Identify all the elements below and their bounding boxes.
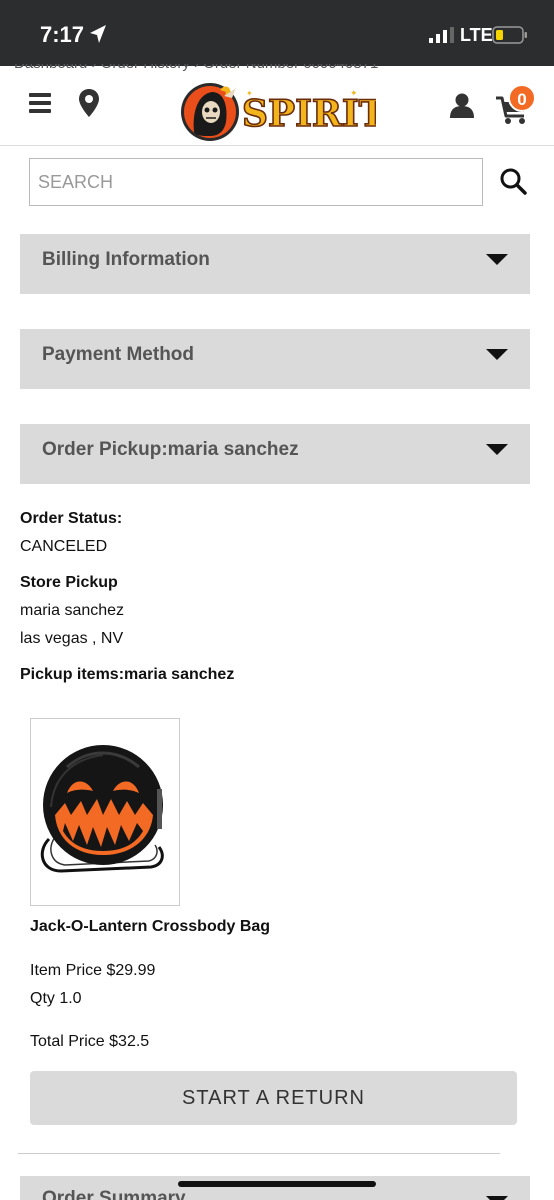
start-return-button[interactable]: START A RETURN — [30, 1071, 517, 1125]
pickup-name: maria sanchez — [20, 602, 125, 619]
panel-title: Order Summary — [42, 1188, 186, 1200]
store-pickup-label: Store Pickup — [20, 574, 118, 591]
payment-method-panel[interactable]: Payment Method — [20, 329, 530, 389]
order-status-value: CANCELED — [20, 538, 108, 555]
jack-o-lantern-bag-image — [40, 745, 164, 873]
chevron-down-icon[interactable] — [486, 444, 508, 455]
search-input[interactable] — [30, 159, 482, 205]
pickup-location: las vegas , NV — [20, 630, 124, 647]
map-pin-icon[interactable] — [78, 88, 100, 118]
divider — [18, 1153, 500, 1154]
chevron-down-icon[interactable] — [486, 254, 508, 265]
total-price: Total Price $32.5 — [30, 1033, 150, 1050]
chevron-down-icon[interactable] — [486, 349, 508, 360]
search-icon[interactable] — [499, 167, 527, 195]
user-icon[interactable] — [449, 92, 475, 118]
home-indicator[interactable] — [178, 1181, 376, 1187]
order-pickup-panel[interactable]: Order Pickup:maria sanchez — [20, 424, 530, 484]
network-label: LTE — [460, 25, 493, 45]
panel-title: Billing Information — [42, 249, 210, 270]
status-time: 7:17 — [40, 22, 85, 47]
order-status-label: Order Status: — [20, 510, 123, 527]
menu-icon[interactable] — [29, 93, 51, 113]
product-image[interactable] — [30, 718, 180, 906]
item-price: Item Price $29.99 — [30, 962, 156, 979]
location-arrow-icon — [90, 25, 106, 43]
cart-count-badge[interactable]: 0 — [508, 84, 536, 112]
signal-icon — [429, 27, 454, 43]
logo-text: SPIRIT — [242, 93, 376, 135]
svg-text:✦: ✦ — [350, 88, 358, 98]
panel-title: Payment Method — [42, 344, 195, 365]
search-box — [29, 158, 483, 206]
chevron-down-icon[interactable] — [486, 1196, 508, 1200]
billing-information-panel[interactable]: Billing Information — [20, 234, 530, 294]
breadcrumb-text[interactable]: Dashboard › Order History › Order Number… — [14, 64, 378, 72]
order-summary-panel[interactable]: Order Summary — [20, 1176, 530, 1200]
spirit-logo[interactable]: SPIRIT ✦ ✦ — [180, 82, 376, 142]
site-header: SPIRIT ✦ ✦ 0 — [0, 74, 554, 146]
item-quantity: Qty 1.0 — [30, 990, 82, 1007]
svg-text:✦: ✦ — [246, 89, 253, 98]
product-name[interactable]: Jack-O-Lantern Crossbody Bag — [30, 918, 270, 936]
status-bar: 7:17 LTE — [0, 0, 554, 66]
panel-title: Order Pickup:maria sanchez — [42, 439, 299, 460]
breadcrumb: Dashboard › Order History › Order Number… — [0, 64, 554, 74]
pickup-items-label: Pickup items:maria sanchez — [20, 666, 235, 683]
battery-icon — [492, 26, 527, 44]
